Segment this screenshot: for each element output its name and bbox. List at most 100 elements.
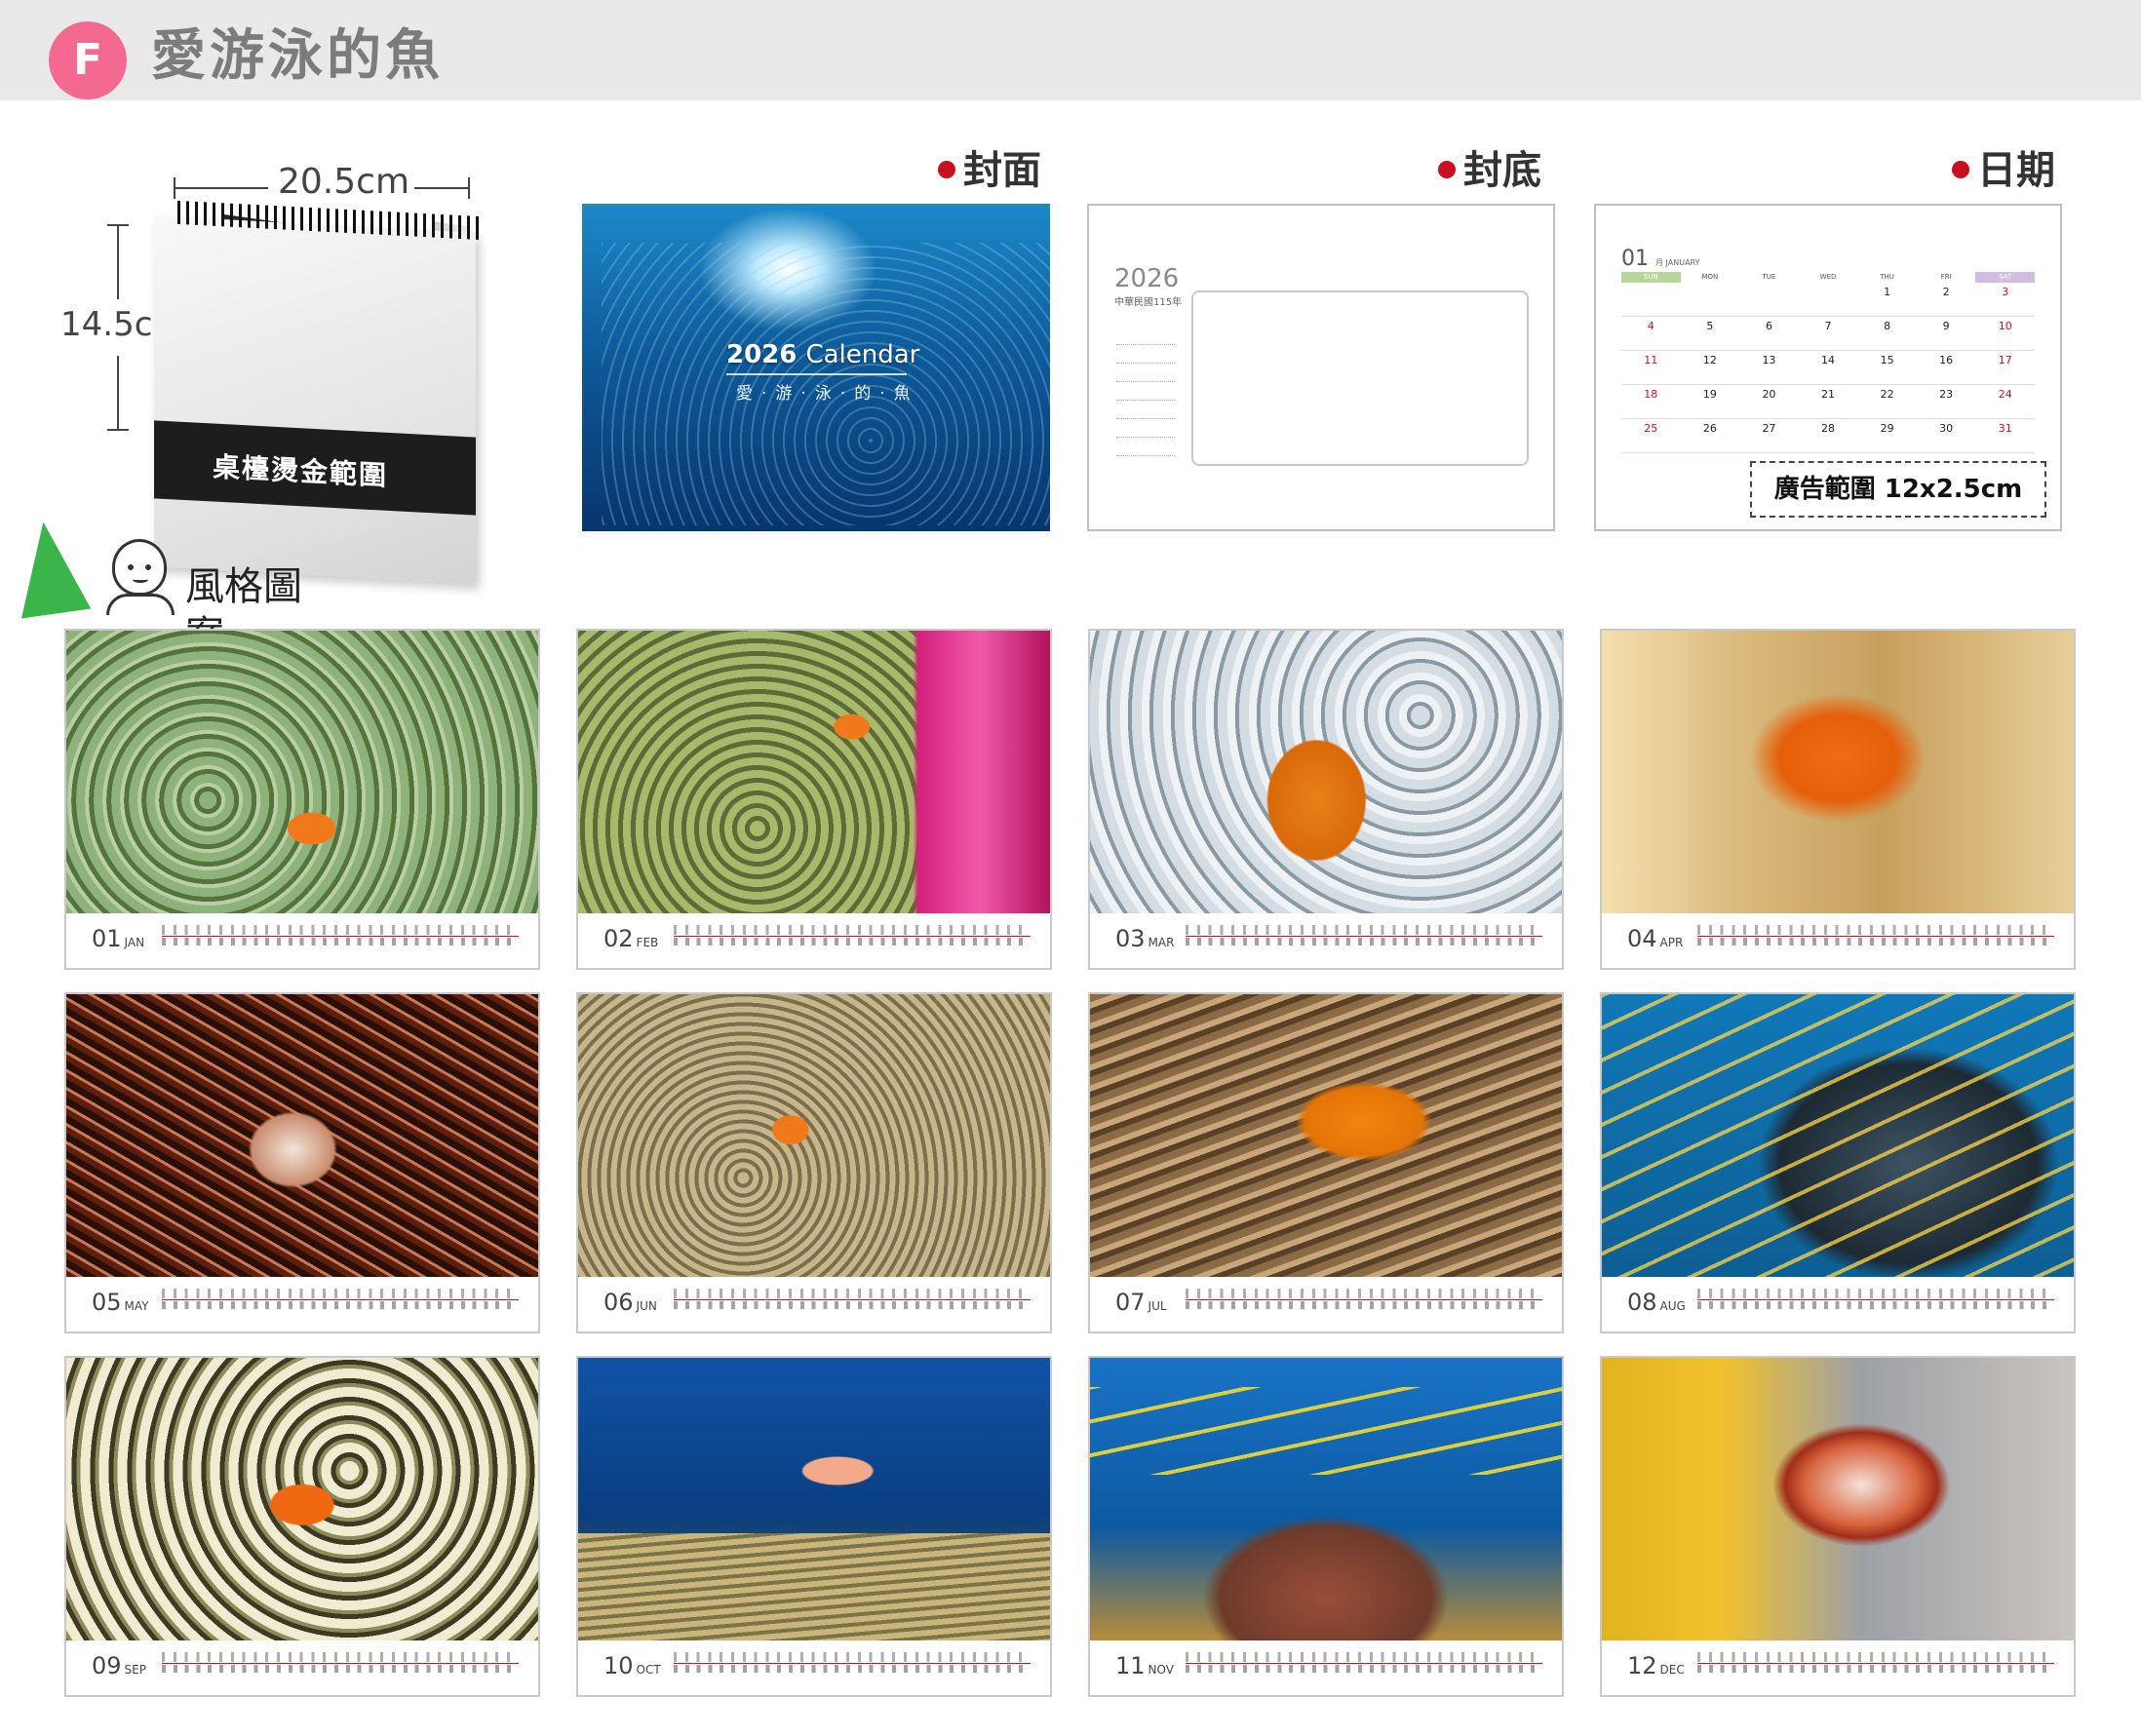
- width-label: 20.5cm: [278, 162, 410, 202]
- date-cell: 15: [1880, 354, 1894, 366]
- month-photo: [1090, 631, 1562, 913]
- date-week-row: 11 12 13 14 15 16 17: [1621, 351, 2035, 385]
- red-dot-icon: [938, 161, 955, 178]
- month-card-dec: 12 DEC: [1600, 1356, 2076, 1697]
- month-abbr: JAN: [124, 936, 145, 949]
- month-abbr: SEP: [124, 1663, 146, 1677]
- month-card-may: 05 MAY: [64, 992, 540, 1333]
- date-cell: 23: [1939, 388, 1954, 401]
- month-date-strip: 07 JUL: [1090, 1277, 1562, 1331]
- date-cell: 25: [1644, 422, 1658, 435]
- cover-heading-label: 封面: [963, 148, 1041, 193]
- weekday-header: SUN MON TUE WED THU FRI SAT: [1621, 272, 2036, 283]
- month-day-row: [1186, 1289, 1542, 1318]
- date-cell: 20: [1762, 388, 1776, 401]
- back-cover-preview: 2026 中華民國115年: [1087, 204, 1555, 531]
- date-cell: 18: [1644, 388, 1658, 401]
- back-heading: 封底: [1438, 146, 1541, 195]
- date-rows: 1 2 3 4 5 6 7 8 9 10 11 12 13 14 15 16 17 18 19 20 21 22 23 24 2…: [1621, 283, 2035, 453]
- doodle-girl-icon: [106, 537, 178, 615]
- month-date-strip: 12 DEC: [1602, 1640, 2074, 1695]
- ad-area-box: 廣告範圍 12x2.5cm: [1750, 461, 2046, 518]
- month-num: 11: [1115, 1652, 1146, 1679]
- month-abbr: OCT: [636, 1663, 661, 1677]
- page-header: F 愛游泳的魚: [0, 0, 2141, 100]
- month-date-strip: 09 SEP: [66, 1640, 538, 1695]
- month-num: 07: [1115, 1289, 1146, 1316]
- date-cell: [1739, 283, 1799, 316]
- date-cell: 21: [1821, 388, 1836, 401]
- back-year: 2026: [1114, 264, 1180, 293]
- date-cell: 17: [1998, 354, 2012, 366]
- month-photo: [1602, 1358, 2074, 1640]
- month-card-jan: 01 JAN: [64, 629, 540, 970]
- width-tick-right: [468, 177, 470, 199]
- date-cell: 12: [1702, 354, 1717, 366]
- date-cell: 4: [1647, 320, 1654, 332]
- month-day-row: [162, 1289, 519, 1318]
- cover-title-rule: [726, 373, 907, 375]
- month-card-apr: 04 APR: [1600, 629, 2076, 970]
- date-cell: 7: [1824, 320, 1832, 332]
- month-abbr: AUG: [1659, 1299, 1686, 1313]
- height-line-top: [117, 226, 119, 299]
- month-card-jul: 07 JUL: [1088, 992, 1564, 1333]
- month-date-strip: 01 JAN: [66, 913, 538, 968]
- month-day-row: [1186, 925, 1542, 954]
- month-number: 06 JUN: [603, 1289, 657, 1316]
- month-num: 09: [92, 1652, 122, 1679]
- month-photo: [578, 631, 1050, 913]
- month-photo: [66, 994, 538, 1277]
- date-cell: 31: [1998, 422, 2012, 435]
- month-num: 05: [92, 1289, 122, 1316]
- month-photo: [1090, 1358, 1562, 1640]
- date-cell: [1799, 283, 1858, 316]
- page-title: 愛游泳的魚: [151, 24, 444, 88]
- series-badge: F: [49, 21, 127, 99]
- weekday-wed: WED: [1819, 273, 1837, 281]
- date-cell: 26: [1702, 422, 1717, 435]
- date-cell: 6: [1765, 320, 1772, 332]
- weekday-sat: SAT: [1975, 272, 2036, 283]
- month-num: 04: [1627, 925, 1657, 952]
- month-date-strip: 06 JUN: [578, 1277, 1050, 1331]
- back-blank-box: [1191, 290, 1529, 466]
- month-card-mar: 03 MAR: [1088, 629, 1564, 970]
- date-cell: 14: [1821, 354, 1836, 366]
- month-abbr: MAY: [124, 1299, 149, 1313]
- month-card-feb: 02 FEB: [576, 629, 1052, 970]
- month-number: 10 OCT: [603, 1652, 661, 1679]
- width-line-left: [175, 187, 268, 189]
- date-cell: 2: [1942, 286, 1950, 298]
- date-cell: 1: [1884, 286, 1891, 298]
- date-cell: 30: [1939, 422, 1954, 435]
- month-date-strip: 02 FEB: [578, 913, 1050, 968]
- style-heading: 風格圖案: [8, 517, 336, 658]
- cover-preview: 2026 Calendar 愛·游·泳·的·魚: [582, 204, 1050, 531]
- month-num: 02: [603, 925, 634, 952]
- date-cell: 19: [1702, 388, 1717, 401]
- back-heading-label: 封底: [1463, 148, 1541, 193]
- month-day-row: [674, 1652, 1031, 1681]
- date-grid: SUN MON TUE WED THU FRI SAT 1 2 3 4 5 6 7 8 9 10 1…: [1621, 272, 2036, 453]
- height-tick-bottom: [107, 429, 129, 431]
- date-heading: 日期: [1952, 146, 2055, 195]
- date-week-row: 4 5 6 7 8 9 10: [1621, 317, 2035, 351]
- date-month-num: 01: [1621, 247, 1649, 271]
- green-triangle-icon: [8, 517, 92, 619]
- month-abbr: APR: [1659, 936, 1684, 949]
- date-cell: [1621, 283, 1681, 316]
- month-card-nov: 11 NOV: [1088, 1356, 1564, 1697]
- date-cell: 24: [1998, 388, 2012, 401]
- month-date-strip: 04 APR: [1602, 913, 2074, 968]
- date-cell: 27: [1762, 422, 1776, 435]
- month-day-row: [1697, 1652, 2054, 1681]
- month-number: 04 APR: [1627, 925, 1683, 952]
- cover-year: 2026: [726, 340, 798, 369]
- cover-heading: 封面: [938, 146, 1041, 195]
- month-number: 03 MAR: [1115, 925, 1174, 952]
- month-photo: [1602, 994, 2074, 1277]
- month-day-row: [1697, 1289, 2054, 1318]
- month-abbr: NOV: [1148, 1663, 1174, 1677]
- date-cell: 13: [1762, 354, 1776, 366]
